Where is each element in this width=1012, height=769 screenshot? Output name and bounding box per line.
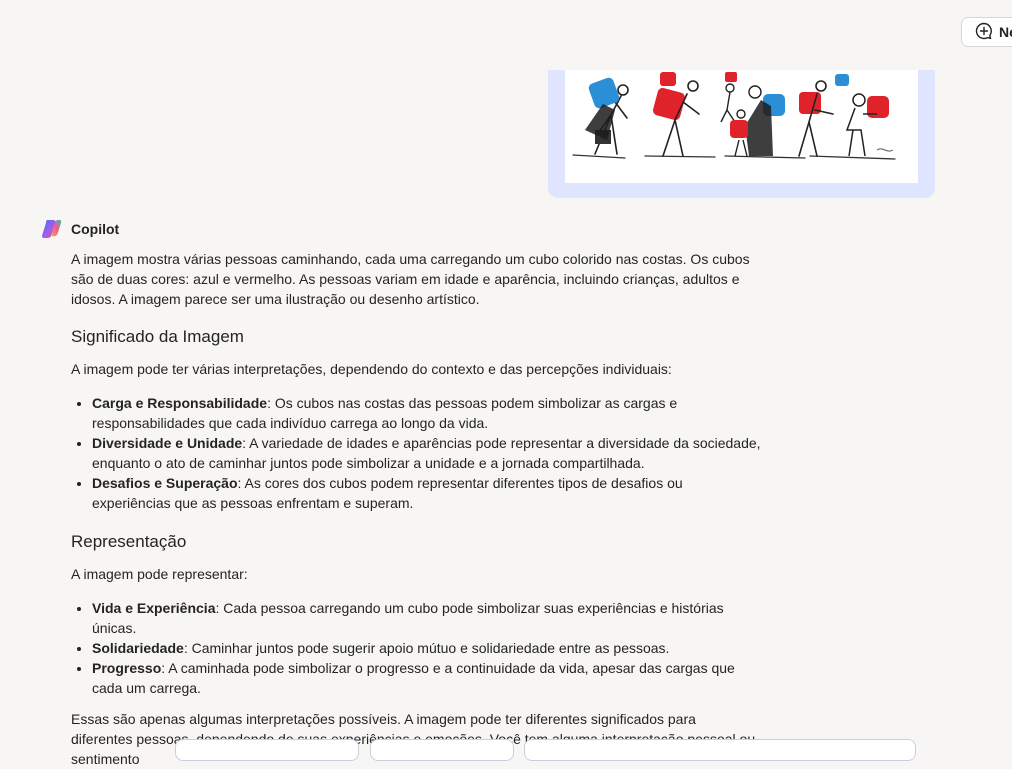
copilot-header: Copilot — [40, 218, 119, 240]
list-item-text: : Caminhar juntos pode sugerir apoio mút… — [183, 640, 670, 656]
people-carrying-cubes-illustration[interactable] — [565, 70, 918, 183]
list-item: Desafios e Superação: As cores dos cubos… — [92, 473, 761, 513]
suggestion-chip[interactable] — [175, 739, 359, 761]
suggestion-chip[interactable] — [524, 739, 916, 761]
suggestion-chips-row — [0, 739, 1012, 761]
user-message-image-card — [548, 70, 935, 198]
list-item-term: Diversidade e Unidade — [92, 435, 243, 451]
copilot-logo-icon — [40, 218, 62, 240]
section-title-significado: Significado da Imagem — [71, 327, 244, 346]
chat-plus-icon — [975, 22, 993, 43]
section-title-representacao: Representação — [71, 532, 187, 551]
list-item: Diversidade e Unidade: A variedade de id… — [92, 433, 761, 473]
suggestion-chip[interactable] — [370, 739, 514, 761]
list-item: Carga e Responsabilidade: Os cubos nas c… — [92, 393, 761, 433]
copilot-response: A imagem mostra várias pessoas caminhand… — [71, 249, 761, 769]
significado-list: Carga e Responsabilidade: Os cubos nas c… — [71, 393, 761, 513]
list-item-term: Solidariedade — [92, 640, 184, 656]
section-lead-representacao: A imagem pode representar: — [71, 566, 248, 582]
section-lead-significado: A imagem pode ter várias interpretações,… — [71, 361, 672, 377]
list-item-term: Vida e Experiência — [92, 600, 216, 616]
new-chat-label: Ne — [999, 24, 1012, 40]
list-item-term: Carga e Responsabilidade — [92, 395, 268, 411]
copilot-name: Copilot — [71, 221, 120, 237]
list-item-term: Progresso — [92, 660, 162, 676]
list-item: Progresso: A caminhada pode simbolizar o… — [92, 658, 761, 698]
response-intro: A imagem mostra várias pessoas caminhand… — [71, 251, 750, 307]
representacao-list: Vida e Experiência: Cada pessoa carregan… — [71, 598, 761, 698]
new-chat-button[interactable]: Ne — [961, 17, 1012, 47]
list-item-term: Desafios e Superação — [92, 475, 238, 491]
list-item: Vida e Experiência: Cada pessoa carregan… — [92, 598, 761, 638]
list-item-text: : A caminhada pode simbolizar o progress… — [92, 660, 735, 696]
list-item: Solidariedade: Caminhar juntos pode suge… — [92, 638, 761, 658]
